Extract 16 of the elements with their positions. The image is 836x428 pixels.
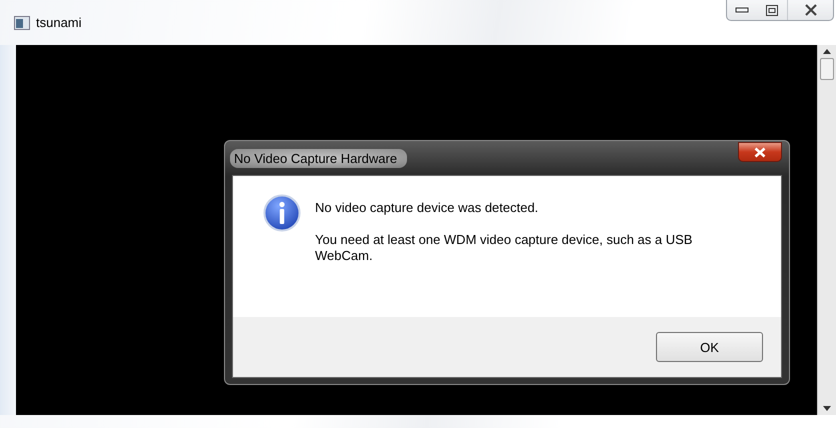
scroll-down-icon[interactable] [823,406,831,411]
dialog-message: No video capture device was detected. [315,200,540,216]
close-icon [754,146,766,158]
close-icon [804,4,818,16]
dialog-title: No Video Capture Hardware [230,148,408,168]
window-title: tsunami [36,15,82,30]
scrollbar[interactable] [817,45,836,415]
scroll-thumb[interactable] [820,58,834,80]
close-button[interactable] [738,142,782,162]
app-icon [14,16,30,30]
info-icon [263,194,301,232]
minimize-icon [735,6,749,14]
scroll-up-icon[interactable] [823,49,831,54]
ok-button[interactable]: OK [656,332,763,362]
maximize-icon [766,4,778,16]
dialog-detail: You need at least one WDM video capture device, such as a USB WebCam. [315,232,694,264]
